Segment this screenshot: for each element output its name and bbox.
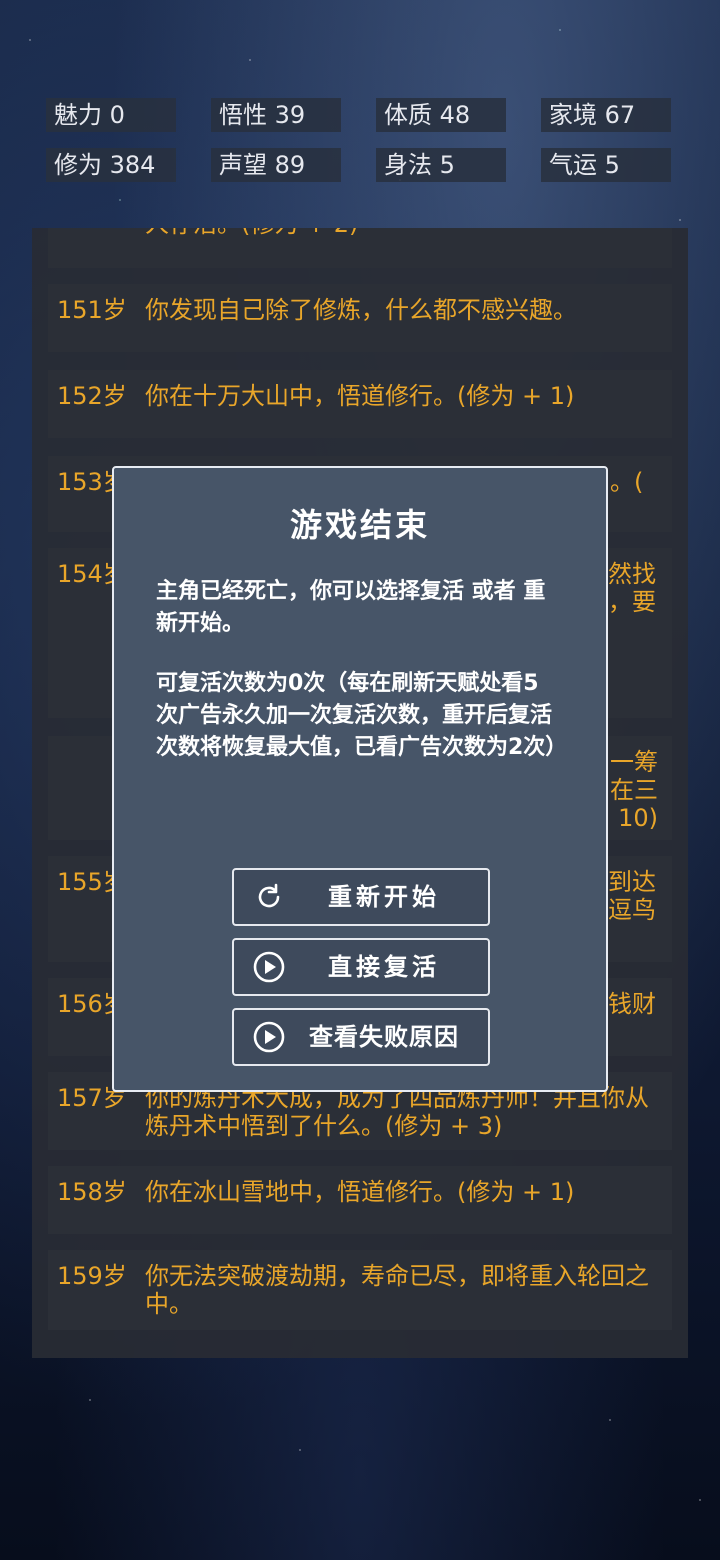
- log-text: 你在十万大山中，悟道修行。(修为 + 1): [145, 382, 575, 410]
- stat-reputation: 声望 89: [211, 148, 341, 182]
- stat-family: 家境 67: [541, 98, 671, 132]
- log-text: 钱财: [608, 990, 656, 1018]
- stat-agility: 身法 5: [376, 148, 506, 182]
- refresh-icon: [258, 883, 280, 908]
- restart-button[interactable]: 重新开始: [232, 868, 490, 926]
- play-circle-icon: [253, 951, 285, 983]
- log-age: 151岁: [57, 296, 127, 324]
- revive-button-label: 直接复活: [328, 953, 440, 981]
- stat-comprehension: 悟性 39: [211, 98, 341, 132]
- log-text: 然找 ，要: [608, 560, 656, 616]
- log-age: 158岁: [57, 1178, 127, 1206]
- log-age: 152岁: [57, 382, 127, 410]
- stat-charm: 魅力 0: [46, 98, 176, 132]
- stat-constitution: 体质 48: [376, 98, 506, 132]
- play-circle-icon: [253, 1021, 285, 1053]
- dialog-title: 游戏结束: [289, 506, 430, 544]
- log-entry: 151岁 你发现自己除了修炼，什么都不感兴趣。: [48, 284, 672, 352]
- log-text: 你在冰山雪地中，悟道修行。(修为 + 1): [145, 1178, 575, 1206]
- dialog-message: 主角已经死亡，你可以选择复活 或者 重新开始。 可复活次数为0次（每在刷新天赋处…: [156, 576, 568, 792]
- stat-cultivation: 修为 384: [46, 148, 176, 182]
- dialog-message-death: 主角已经死亡，你可以选择复活 或者 重新开始。: [156, 579, 546, 636]
- log-entry: 人存活。(修为 + 2): [48, 228, 672, 268]
- log-text: 到达 逗鸟: [608, 868, 656, 924]
- log-text: 你无法突破渡劫期，寿命已尽，即将重入轮回之中。: [145, 1262, 649, 1318]
- log-entry: 159岁 你无法突破渡劫期，寿命已尽，即将重入轮回之中。: [48, 1250, 672, 1330]
- attribute-panel: 魅力 0 悟性 39 体质 48 家境 67 修为 384 声望 89 身法 5…: [46, 98, 672, 182]
- dialog-message-revive-info: 可复活次数为0次（每在刷新天赋处看5次广告永久加一次复活次数，重开后复活次数将恢…: [156, 671, 568, 760]
- log-text: 人存活。(修为 + 2): [145, 228, 658, 238]
- log-text: 。(: [610, 468, 644, 496]
- view-failure-reason-button[interactable]: 查看失败原因: [232, 1008, 490, 1066]
- log-entry: 152岁 你在十万大山中，悟道修行。(修为 + 1): [48, 370, 672, 438]
- restart-button-label: 重新开始: [328, 883, 440, 911]
- log-text: 你的炼丹术大成，成为了四品炼丹师！并且你从炼丹术中悟到了什么。(修为 + 3): [145, 1084, 649, 1140]
- log-text: 一筹 在三 10): [610, 748, 658, 832]
- revive-button[interactable]: 直接复活: [232, 938, 490, 996]
- log-entry: 158岁 你在冰山雪地中，悟道修行。(修为 + 1): [48, 1166, 672, 1234]
- log-age: 159岁: [57, 1262, 127, 1290]
- stat-luck: 气运 5: [541, 148, 671, 182]
- game-over-dialog: 游戏结束 主角已经死亡，你可以选择复活 或者 重新开始。 可复活次数为0次（每在…: [112, 466, 608, 1092]
- view-failure-reason-label: 查看失败原因: [309, 1023, 459, 1051]
- log-text: 你发现自己除了修炼，什么都不感兴趣。: [145, 296, 577, 324]
